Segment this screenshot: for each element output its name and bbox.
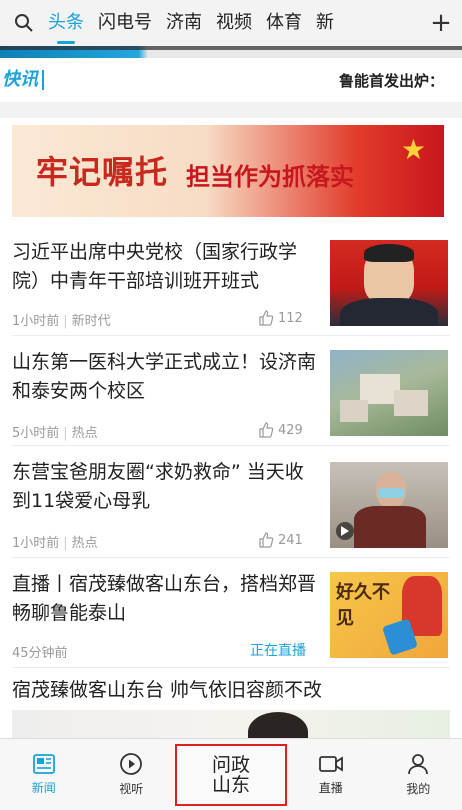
tab-headlines[interactable]: 头条 [48, 0, 84, 46]
nav-center-line2: 山东 [212, 775, 250, 795]
live-status-badge: 正在直播 [250, 640, 306, 660]
banner-slogan: 担当作为抓落实 [186, 157, 354, 192]
news-time: 5小时前 [12, 426, 59, 441]
news-item[interactable]: 习近平出席中央党校（国家行政学院）中青年干部培训班开班式 1小时前|新时代 11… [0, 226, 462, 336]
nav-live[interactable]: 直播 [287, 739, 375, 810]
flash-news-row[interactable]: 快讯 鲁能首发出炉： [0, 58, 462, 102]
flash-label: 快讯 [0, 70, 44, 90]
news-meta: 1小时前|热点 [12, 532, 98, 551]
news-icon [32, 753, 56, 775]
add-channel-icon[interactable]: + [420, 0, 462, 46]
star-icon: ★ [401, 133, 426, 166]
wenzheng-highlight-box[interactable]: 问政 山东 [175, 744, 287, 806]
video-thumbnail[interactable] [330, 462, 448, 548]
news-meta: 45分钟前 [12, 642, 68, 661]
news-image-preview[interactable] [12, 710, 450, 738]
like-count[interactable]: 241 [258, 532, 303, 548]
live-thumbnail[interactable]: 好久不见 [330, 572, 448, 658]
news-time: 1小时前 [12, 314, 59, 329]
nav-video[interactable]: 视听 [88, 739, 176, 810]
promo-banner[interactable]: 牢记嘱托 担当作为抓落实 ★ [12, 125, 444, 217]
news-title[interactable]: 山东第一医科大学正式成立！设济南和泰安两个校区 [12, 348, 322, 406]
top-accent-strip [0, 46, 462, 58]
news-time: 45分钟前 [12, 646, 68, 661]
thumbs-up-icon [258, 422, 274, 438]
news-item[interactable]: 宿茂臻做客山东台 帅气依旧容颜不改 [0, 668, 462, 738]
tab-jinan[interactable]: 济南 [166, 0, 202, 46]
news-item[interactable]: 东营宝爸朋友圈“求奶救命” 当天收到11袋爱心母乳 1小时前|热点 241 [0, 446, 462, 558]
news-title[interactable]: 习近平出席中央党校（国家行政学院）中青年干部培训班开班式 [12, 238, 322, 296]
nav-news[interactable]: 新闻 [0, 739, 88, 810]
search-icon[interactable] [0, 0, 48, 46]
news-title[interactable]: 宿茂臻做客山东台 帅气依旧容颜不改 [12, 676, 452, 705]
play-icon[interactable] [336, 522, 354, 540]
bottom-navigation: 新闻 视听 问政 山东 直播 我的 [0, 738, 462, 810]
nav-news-label: 新闻 [32, 779, 56, 796]
nav-wenzheng-shandong[interactable]: 问政 山东 [175, 739, 287, 810]
news-item[interactable]: 直播丨宿茂臻做客山东台，搭档郑晋畅聊鲁能泰山 45分钟前 正在直播 好久不见 [0, 558, 462, 668]
banner-calligraphy: 牢记嘱托 [36, 147, 168, 193]
like-count[interactable]: 429 [258, 422, 303, 438]
news-title[interactable]: 直播丨宿茂臻做客山东台，搭档郑晋畅聊鲁能泰山 [12, 570, 322, 628]
news-thumbnail[interactable] [330, 240, 448, 326]
news-source: 热点 [72, 426, 98, 441]
person-icon [406, 752, 430, 776]
thumbs-up-icon [258, 310, 274, 326]
nav-me[interactable]: 我的 [375, 739, 462, 810]
news-meta: 1小时前|新时代 [12, 310, 111, 329]
news-item[interactable]: 山东第一医科大学正式成立！设济南和泰安两个校区 5小时前|热点 429 [0, 336, 462, 446]
play-circle-icon [119, 752, 143, 776]
section-gap [0, 102, 462, 118]
news-title[interactable]: 东营宝爸朋友圈“求奶救命” 当天收到11袋爱心母乳 [12, 458, 322, 516]
nav-live-label: 直播 [319, 779, 343, 796]
tab-new-partial[interactable]: 新 [316, 0, 334, 46]
like-count[interactable]: 112 [258, 310, 303, 326]
tab-sports[interactable]: 体育 [266, 0, 302, 46]
top-tab-bar: 头条 闪电号 济南 视频 体育 新 + [0, 0, 462, 46]
news-time: 1小时前 [12, 536, 59, 551]
news-thumbnail[interactable] [330, 350, 448, 436]
thumbs-up-icon [258, 532, 274, 548]
nav-center-line1: 问政 [212, 755, 250, 775]
flash-headline[interactable]: 鲁能首发出炉： [339, 70, 444, 91]
tab-video[interactable]: 视频 [216, 0, 252, 46]
channel-tabs: 头条 闪电号 济南 视频 体育 新 [48, 0, 420, 46]
news-source: 热点 [72, 536, 98, 551]
tab-shandian[interactable]: 闪电号 [98, 0, 152, 46]
nav-video-label: 视听 [119, 780, 143, 797]
nav-me-label: 我的 [406, 780, 430, 797]
news-source: 新时代 [72, 314, 111, 329]
news-meta: 5小时前|热点 [12, 422, 98, 441]
camera-icon [318, 753, 344, 775]
